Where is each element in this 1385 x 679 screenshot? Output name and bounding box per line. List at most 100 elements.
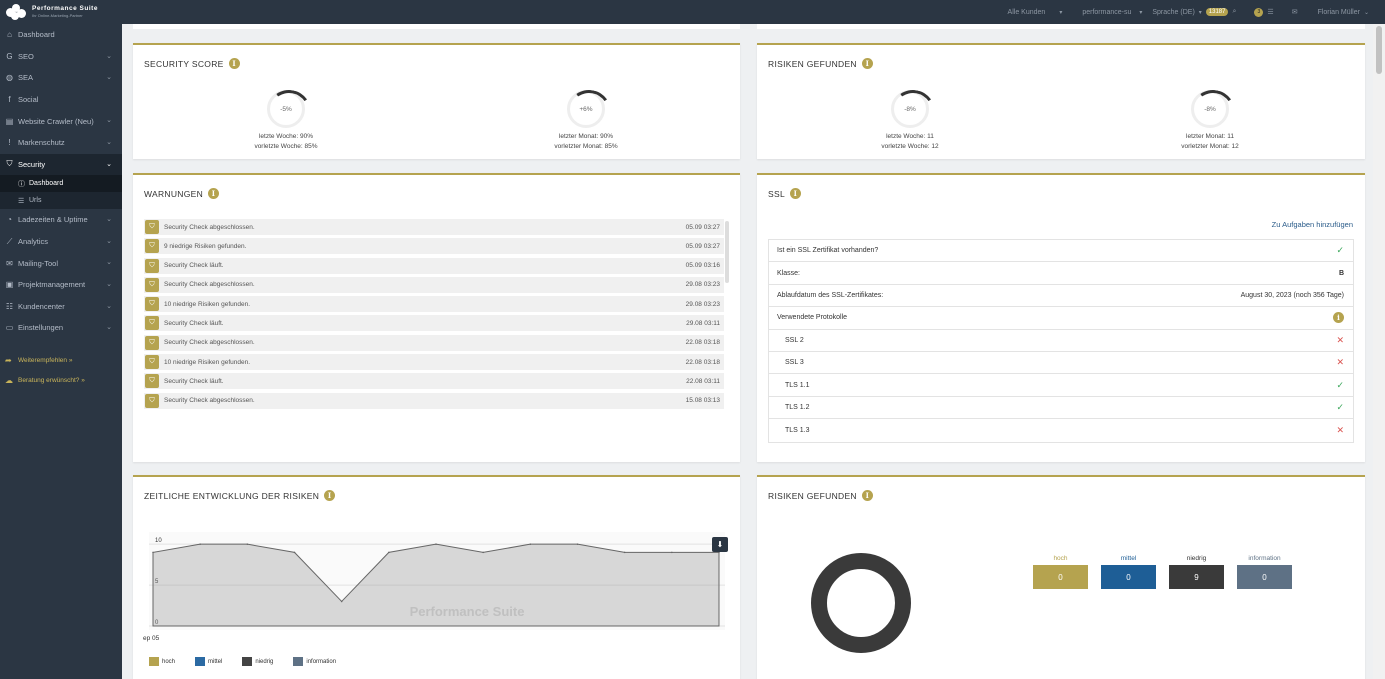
info-icon[interactable]: i — [861, 490, 873, 501]
analytics-icon: ⟋ — [6, 236, 13, 246]
sidebar-item-security[interactable]: ⛉ Security ⌄ — [0, 153, 122, 176]
gauge: +6% letzter Monat: 90% vorletzter Monat: 8… — [526, 90, 646, 152]
warning-row[interactable]: ⛉ Security Check läuft. 22.08 03:11 — [144, 373, 724, 390]
sidebar-item-kundencenter[interactable]: ☷ Kundencenter ⌄ — [0, 296, 122, 318]
globe-icon: ◍ — [6, 73, 13, 83]
sidebar-item-label: Analytics — [18, 237, 49, 247]
info-icon[interactable]: i — [228, 58, 240, 69]
warning-row[interactable]: ⛉ Security Check läuft. 05.09 03:16 — [144, 257, 724, 274]
cross-icon: ✕ — [1336, 334, 1344, 345]
ssl-label: SSL 2 — [785, 336, 804, 344]
info-icon[interactable]: i — [861, 58, 873, 69]
brand-subtitle: Ihr Online-Marketing-Partner — [32, 13, 83, 19]
sidebar-subitem-dashboard[interactable]: ⓘ Dashboard — [0, 175, 122, 193]
series-area-niedrig — [152, 543, 720, 627]
warning-date: 05.09 03:16 — [685, 262, 720, 270]
recommend-link[interactable]: ➦ Weiterempfehlen » — [0, 351, 122, 371]
sidebar-item-einstellungen[interactable]: ▭ Einstellungen ⌄ — [0, 317, 122, 339]
sidebar-item-dashboard[interactable]: ⌂ Dashboard — [0, 24, 122, 46]
ssl-panel: SSL i Zu Aufgaben hinzufügen Ist ein SSL … — [757, 173, 1365, 462]
scroll-thumb[interactable] — [1376, 26, 1382, 74]
credits-badge: 13187 — [1205, 8, 1229, 16]
warnings-list[interactable]: ⛉ Security Check abgeschlossen. 05.09 03:2… — [144, 219, 724, 412]
info-icon[interactable]: i — [324, 490, 336, 501]
sidebar-item-analytics[interactable]: ⟋ Analytics ⌄ — [0, 231, 122, 253]
search-icon: ⌕ — [1232, 8, 1237, 15]
warning-row[interactable]: ⛉ 10 niedrige Risiken gefunden. 22.08 03:1… — [144, 354, 724, 371]
user-menu[interactable]: Florian Müller ⌄ — [1318, 9, 1369, 16]
shield-icon: ⛉ — [145, 316, 159, 331]
legend-item[interactable]: niedrig — [242, 657, 273, 666]
warning-text: Security Check abgeschlossen. — [164, 281, 255, 289]
ssl-value: August 30, 2023 (noch 356 Tage) — [1240, 291, 1344, 299]
sidebar-item-label: Security — [18, 159, 46, 169]
page-scrollbar[interactable] — [1373, 24, 1385, 679]
risk-box-mittel: mittel 0 — [1101, 555, 1156, 589]
warnings-scrollbar[interactable] — [725, 221, 729, 283]
ssl-table: Ist ein SSL Zertifikat vorhanden? ✓ Klasse… — [768, 239, 1354, 443]
add-to-tasks-link[interactable]: Zu Aufgaben hinzufügen — [1272, 220, 1353, 229]
data-point — [199, 543, 201, 545]
sidebar-item-ladezeiten-uptime[interactable]: ◔ Ladezeiten & Uptime ⌄ — [0, 209, 122, 231]
sidebar-item-projektmanagement[interactable]: ▣ Projektmanagement ⌄ — [0, 274, 122, 296]
sidebar-subitem-urls[interactable]: ☰ Urls — [0, 192, 122, 210]
sidebar: ⌂ Dashboard G SEO ⌄ ◍ SEA ⌄ f Social ▤ Website Craw… — [0, 24, 122, 679]
warning-row[interactable]: ⛉ Security Check abgeschlossen. 15.08 03:1… — [144, 392, 724, 409]
risk-label: hoch — [1053, 555, 1068, 562]
brand[interactable]: Performance Suite Ihr Online-Marketing-P… — [0, 0, 122, 24]
info-icon[interactable]: i — [789, 188, 801, 199]
warning-date: 22.08 03:18 — [685, 339, 720, 347]
shield-icon: ⛉ — [145, 374, 159, 389]
warning-row[interactable]: ⛉ Security Check abgeschlossen. 05.09 03:2… — [144, 219, 724, 235]
warning-date: 05.09 03:27 — [685, 223, 720, 231]
mail-button[interactable]: ✉ — [1292, 8, 1298, 16]
data-point — [340, 600, 343, 603]
sidebar-item-mailing-tool[interactable]: ✉ Mailing-Tool ⌄ — [0, 252, 122, 274]
check-icon: ✓ — [1336, 245, 1344, 256]
risk-box-hoch: hoch 0 — [1033, 555, 1088, 589]
consultation-link[interactable]: ☁ Beratung erwünscht? » — [0, 371, 122, 391]
sidebar-subitem-label: Dashboard — [29, 180, 64, 188]
legend-item[interactable]: mittel — [195, 657, 222, 666]
customer-select[interactable]: Alle Kunden ▾ — [1008, 9, 1063, 16]
sidebar-item-markenschutz[interactable]: ! Markenschutz ⌄ — [0, 132, 122, 154]
shield-icon: ⛉ — [145, 220, 159, 234]
shield-icon: ⛉ — [145, 335, 159, 350]
ssl-label: Verwendete Protokolle — [777, 314, 848, 322]
sidebar-item-social[interactable]: f Social — [0, 89, 122, 111]
legend-item[interactable]: information — [293, 657, 336, 666]
ssl-label: Ablaufdatum des SSL-Zertifikates: — [777, 291, 884, 299]
warning-row[interactable]: ⛉ Security Check abgeschlossen. 22.08 03:1… — [144, 334, 724, 351]
domain-select[interactable]: performance-su ▾ — [1082, 9, 1142, 16]
chevron-down-icon: ⌄ — [106, 160, 112, 168]
warning-row[interactable]: ⛉ Security Check abgeschlossen. 29.08 03:2… — [144, 276, 724, 293]
info-icon[interactable]: i — [1333, 312, 1344, 324]
legend-item[interactable]: hoch — [149, 657, 175, 666]
data-point — [293, 551, 296, 554]
shield-icon: ⛉ — [145, 393, 159, 408]
brand-title: Performance Suite — [32, 4, 98, 12]
warning-text: Security Check läuft. — [164, 377, 224, 385]
sidebar-item-seo[interactable]: G SEO ⌄ — [0, 46, 122, 68]
sidebar-item-label: Einstellungen — [18, 323, 64, 333]
notifications-button[interactable]: 3 ☰ — [1254, 7, 1274, 17]
gauge-ring: -8% — [891, 90, 929, 128]
data-point — [246, 543, 249, 545]
sidebar-item-label: Markenschutz — [18, 138, 65, 148]
sidebar-item-website-crawler-neu-[interactable]: ▤ Website Crawler (Neu) ⌄ — [0, 110, 122, 132]
top-panel-remnant — [133, 24, 740, 29]
warning-row[interactable]: ⛉ 9 niedrige Risiken gefunden. 05.09 03:27 — [144, 238, 724, 255]
list-icon: ☰ — [1267, 9, 1274, 16]
info-icon[interactable]: i — [208, 188, 220, 199]
shield-icon: ⛉ — [6, 159, 13, 169]
warning-row[interactable]: ⛉ Security Check läuft. 29.08 03:11 — [144, 315, 724, 332]
warning-row[interactable]: ⛉ 10 niedrige Risiken gefunden. 29.08 03:2… — [144, 296, 724, 313]
ssl-row: TLS 1.3 ✕ — [769, 419, 1353, 441]
gauge-ring: -5% — [267, 90, 305, 128]
download-button[interactable]: ⬇ — [712, 537, 728, 552]
warning-text: Security Check läuft. — [164, 319, 224, 327]
gauge-value: +6% — [579, 105, 593, 113]
notification-count-badge: 3 — [1254, 7, 1264, 17]
sidebar-item-sea[interactable]: ◍ SEA ⌄ — [0, 67, 122, 89]
language-select[interactable]: Sprache (DE) ▾ 13187 ⌕ — [1152, 8, 1236, 16]
